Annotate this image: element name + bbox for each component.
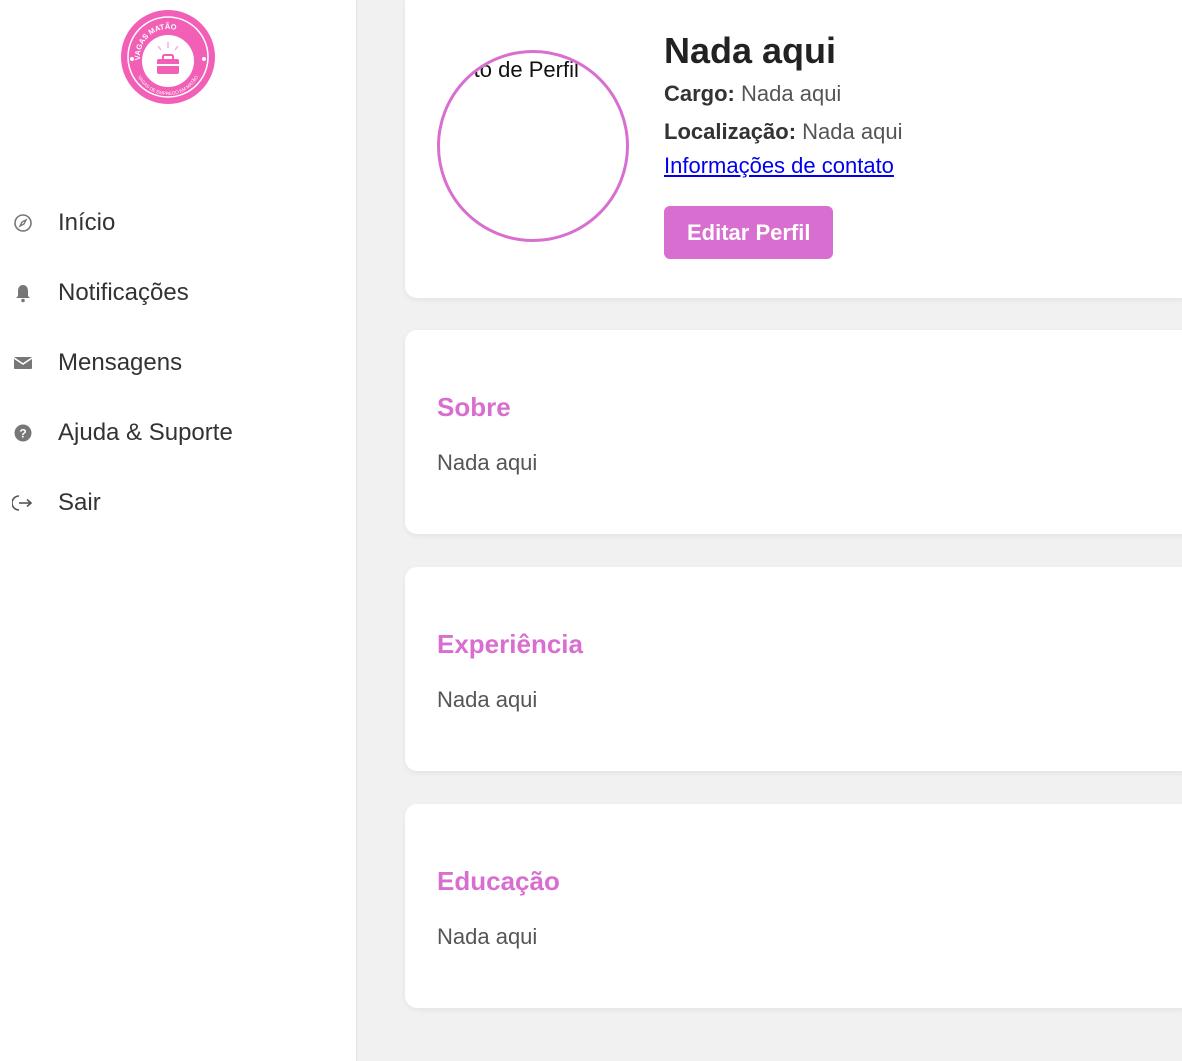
profile-avatar[interactable]: Foto de Perfil bbox=[437, 50, 629, 242]
section-title: Sobre bbox=[437, 392, 511, 422]
sidebar-item-label: Sair bbox=[58, 489, 101, 516]
education-card: Educação Nada aqui bbox=[405, 804, 1182, 1008]
avatar-alt-text: Foto de Perfil bbox=[448, 57, 579, 82]
cargo-value: Nada aqui bbox=[741, 81, 842, 106]
sidebar-item-notificacoes[interactable]: Notificações bbox=[0, 258, 356, 328]
profile-name: Nada aqui bbox=[664, 30, 837, 71]
envelope-icon bbox=[12, 352, 34, 374]
location-value: Nada aqui bbox=[802, 119, 903, 144]
main-content: Foto de Perfil Nada aqui Cargo: Nada aqu… bbox=[357, 0, 1182, 1061]
sidebar-item-label: Início bbox=[58, 209, 116, 236]
sidebar: VAGAS MATÃO VAGAS DE EMPREGO EM MATÃO In… bbox=[0, 0, 357, 1061]
profile-info: Nada aqui Cargo: Nada aqui Localização: … bbox=[664, 30, 902, 259]
bell-icon bbox=[12, 282, 34, 304]
sidebar-item-mensagens[interactable]: Mensagens bbox=[0, 328, 356, 398]
about-card: Sobre Nada aqui bbox=[405, 330, 1182, 534]
help-icon: ? bbox=[12, 422, 34, 444]
compass-icon bbox=[12, 212, 34, 234]
sidebar-item-label: Mensagens bbox=[58, 349, 183, 376]
section-text: Nada aqui bbox=[437, 450, 538, 475]
profile-cargo: Cargo: Nada aqui bbox=[664, 78, 902, 110]
contact-info-link[interactable]: Informações de contato bbox=[664, 150, 894, 182]
sidebar-nav: Início Notificações Mensagens ? Ajuda & … bbox=[0, 188, 356, 538]
sidebar-item-sair[interactable]: Sair bbox=[0, 468, 356, 538]
edit-profile-button[interactable]: Editar Perfil bbox=[664, 206, 834, 259]
cargo-label: Cargo: bbox=[664, 81, 735, 106]
sidebar-item-label: Notificações bbox=[58, 279, 189, 306]
section-title: Experiência bbox=[437, 629, 583, 659]
svg-text:?: ? bbox=[19, 427, 26, 441]
sidebar-item-label: Ajuda & Suporte bbox=[58, 419, 233, 446]
sidebar-item-ajuda[interactable]: ? Ajuda & Suporte bbox=[0, 398, 356, 468]
location-label: Localização: bbox=[664, 119, 797, 144]
profile-location: Localização: Nada aqui bbox=[664, 116, 902, 148]
sidebar-item-inicio[interactable]: Início bbox=[0, 188, 356, 258]
section-text: Nada aqui bbox=[437, 687, 538, 712]
section-text: Nada aqui bbox=[437, 924, 538, 949]
vagas-matao-logo[interactable]: VAGAS MATÃO VAGAS DE EMPREGO EM MATÃO bbox=[120, 9, 216, 105]
profile-card: Foto de Perfil Nada aqui Cargo: Nada aqu… bbox=[405, 0, 1182, 298]
section-title: Educação bbox=[437, 866, 560, 896]
logout-icon bbox=[12, 492, 34, 514]
experience-card: Experiência Nada aqui bbox=[405, 567, 1182, 771]
